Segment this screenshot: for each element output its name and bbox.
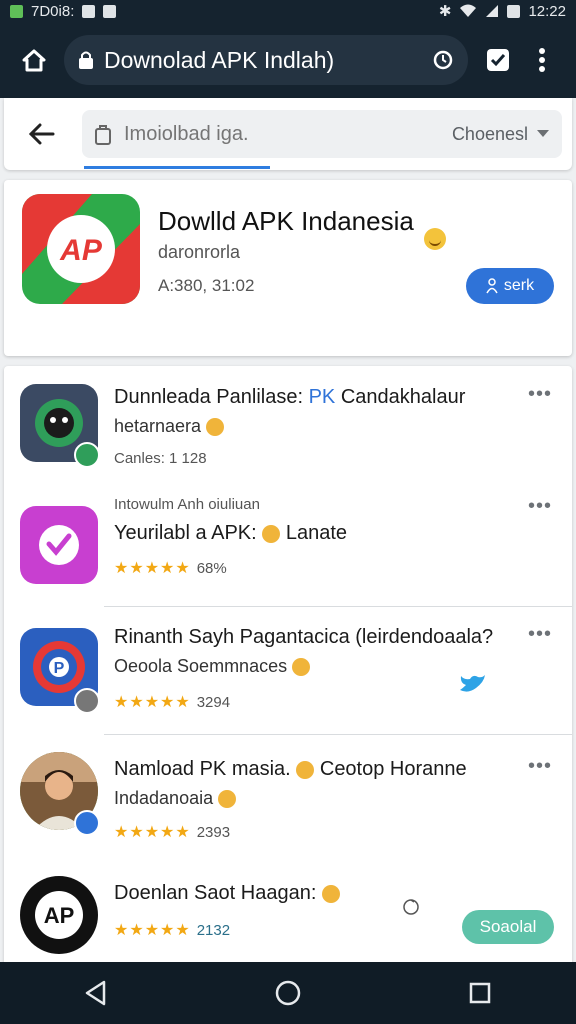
tab-indicator: [84, 166, 270, 169]
chevron-down-icon[interactable]: [536, 129, 550, 139]
list-item[interactable]: P Rinanth Sayh Pagantacica (leirdendoaal…: [4, 606, 572, 734]
item-meta: ★★★★★ 68%: [114, 559, 227, 578]
url-title: Downolad APK Indlah): [104, 46, 335, 73]
home-button[interactable]: [12, 38, 56, 82]
wifi-icon: [460, 4, 477, 17]
item-meta: ★★★★★ 3294: [114, 693, 231, 712]
app-icon: AP: [20, 876, 98, 954]
item-title: Doenlan Saot Haagan:: [114, 882, 340, 905]
item-meta: ★★★★★ 2132: [114, 921, 231, 940]
app-icon: [20, 506, 98, 584]
item-title: Rinanth Sayh Pagantacica (leirdendoaala?: [114, 626, 494, 648]
home-circle-icon: [275, 980, 301, 1006]
rating-stars: ★★★★★: [114, 560, 191, 577]
rating-stars: ★★★★★: [114, 694, 191, 711]
item-meta: Canles: 1 128: [114, 450, 207, 467]
menu-button[interactable]: [520, 38, 564, 82]
back-button[interactable]: [18, 112, 64, 156]
search-field[interactable]: Choenesl: [82, 110, 562, 158]
smile-emoji-icon: [424, 228, 446, 250]
search-input[interactable]: [122, 121, 452, 147]
item-subtitle: hetarnaera: [114, 416, 225, 437]
app-subtitle: daronrorla: [158, 242, 241, 262]
faces-emoji-icon: [218, 790, 237, 809]
back-triangle-icon: [85, 980, 106, 1006]
address-bar[interactable]: Downolad APK Indlah): [64, 35, 468, 85]
arrow-left-icon: [28, 123, 55, 145]
browser-toolbar: Downolad APK Indlah): [0, 22, 576, 98]
battery-icon: [507, 4, 521, 18]
more-vert-icon: [539, 48, 545, 72]
signal-icon: [486, 5, 499, 17]
category-select[interactable]: Choenesl: [452, 124, 528, 145]
featured-app-card[interactable]: AP Dowlld APK Indanesia daronrorla A:380…: [4, 180, 572, 356]
lock-icon: [79, 51, 93, 69]
app-list: Dunnleada Panlilase: PK Candakhalaur het…: [4, 366, 572, 966]
clock-icon[interactable]: [432, 49, 454, 71]
check-square-icon: [487, 49, 509, 71]
face-emoji-icon: [262, 524, 281, 543]
system-nav-bar: [0, 962, 576, 1024]
status-badge: [74, 442, 100, 468]
status-time: 12:22: [528, 2, 566, 20]
status-badge: [74, 688, 100, 714]
more-options-button[interactable]: •••: [526, 624, 554, 648]
list-item[interactable]: Namload PK masia. Ceotop Horanne Indadan…: [4, 734, 572, 858]
more-options-button[interactable]: •••: [526, 496, 554, 520]
item-pretitle: Intowulm Anh oiuliuan: [114, 496, 260, 513]
bluetooth-icon: ✱: [438, 3, 452, 20]
download-button-label: Soaolal: [479, 917, 537, 936]
recents-square-icon: [469, 982, 491, 1004]
hands-emoji-icon: [292, 658, 311, 677]
face-emoji-icon: [206, 418, 225, 437]
app-notification-icon: [103, 4, 117, 18]
status-bar: 7D0i8: ✱ 12:22: [0, 0, 576, 22]
app-title: Dowlld APK Indanesia: [158, 206, 414, 236]
refresh-icon: [403, 899, 419, 915]
search-button[interactable]: serk: [466, 268, 554, 304]
more-options-button[interactable]: •••: [526, 384, 554, 408]
item-subtitle: Indadanoaia: [114, 788, 237, 809]
status-left: 7D0i8:: [10, 2, 117, 20]
search-card: Choenesl: [4, 98, 572, 170]
status-right: ✱ 12:22: [438, 2, 566, 21]
list-item[interactable]: Intowulm Anh oiuliuan Yeurilabl a APK: L…: [4, 488, 572, 606]
download-button[interactable]: Soaolal: [462, 910, 554, 944]
list-item[interactable]: AP Doenlan Saot Haagan: ★★★★★ 2132 Soaol…: [4, 858, 572, 966]
faces-emoji-icon: [321, 884, 340, 903]
more-options-button[interactable]: •••: [526, 756, 554, 780]
item-subtitle: Oeoola Soemmnaces: [114, 656, 311, 677]
item-title: Namload PK masia. Ceotop Horanne: [114, 758, 467, 780]
app-logo-icon: AP: [22, 194, 140, 304]
nav-home-button[interactable]: [258, 968, 318, 1018]
nav-back-button[interactable]: [66, 968, 126, 1018]
item-title: Dunnleada Panlilase: PK Candakhalaur: [114, 386, 466, 408]
status-badge: [74, 810, 100, 836]
list-item[interactable]: Dunnleada Panlilase: PK Candakhalaur het…: [4, 366, 572, 488]
mail-icon: [82, 4, 96, 18]
app-meta: A:380, 31:02: [158, 276, 255, 295]
item-meta: ★★★★★ 2393: [114, 823, 231, 842]
svg-text:AP: AP: [59, 234, 103, 267]
svg-text:P: P: [54, 660, 65, 677]
status-left-text: 7D0i8:: [31, 2, 75, 20]
home-icon: [22, 49, 46, 72]
rating-stars: ★★★★★: [114, 824, 191, 841]
tabs-button[interactable]: [476, 38, 520, 82]
face-emoji-icon: [296, 760, 315, 779]
search-button-label: serk: [503, 277, 535, 294]
bag-icon: [95, 125, 111, 145]
notification-icon: [10, 4, 23, 18]
person-icon: [486, 278, 498, 294]
item-title: Yeurilabl a APK: Lanate: [114, 522, 347, 544]
nav-recents-button[interactable]: [450, 968, 510, 1018]
rating-stars: ★★★★★: [114, 922, 191, 939]
svg-text:AP: AP: [44, 903, 75, 928]
bird-icon: [460, 675, 485, 692]
